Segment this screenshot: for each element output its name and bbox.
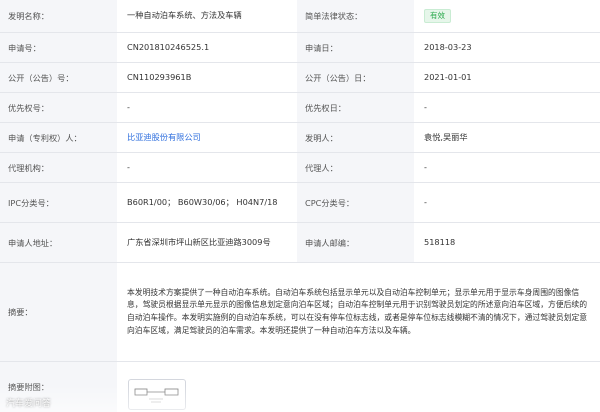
applicant-link[interactable]: 比亚迪股份有限公司	[127, 132, 201, 144]
watermark: 汽车爱问答	[6, 399, 52, 409]
application-date-value: 2018-03-23	[424, 41, 472, 52]
legal-status-cell: 有效	[414, 0, 600, 32]
application-no-value: CN201810246525.1	[127, 41, 210, 52]
inventor-label: 发明人：	[297, 123, 414, 152]
applicant-label: 申请（专利权）人：	[0, 123, 117, 152]
row-invention-name: 发明名称： 一种自动泊车系统、方法及车辆 简单法律状态： 有效	[0, 0, 600, 32]
agent-label: 代理人：	[297, 153, 414, 182]
row-ipc: IPC分类号： B60R1/00； B60W30/06； H04N7/18 CP…	[0, 183, 600, 222]
inventor-value: 袁悦,吴丽华	[424, 131, 468, 142]
priority-date-label: 优先权日：	[297, 93, 414, 122]
priority-no-value: -	[127, 101, 130, 112]
row-publication-no: 公开（公告）号： CN110293961B 公开（公告）日： 2021-01-0…	[0, 63, 600, 92]
legal-status-badge: 有效	[424, 8, 451, 24]
applicant-zip-label: 申请人邮编：	[297, 223, 414, 262]
abstract-label: 摘要：	[0, 263, 117, 361]
publication-date-label: 公开（公告）日：	[297, 63, 414, 92]
row-abstract: 摘要： 本发明技术方案提供了一种自动泊车系统。自动泊车系统包括显示单元以及自动泊…	[0, 263, 600, 361]
abstract-text: 本发明技术方案提供了一种自动泊车系统。自动泊车系统包括显示单元以及自动泊车控制单…	[127, 287, 588, 335]
row-applicant: 申请（专利权）人： 比亚迪股份有限公司 发明人： 袁悦,吴丽华	[0, 123, 600, 152]
row-agency: 代理机构： - 代理人： -	[0, 153, 600, 182]
patent-info-table: 发明名称： 一种自动泊车系统、方法及车辆 简单法律状态： 有效 申请号： CN2…	[0, 0, 600, 412]
publication-no-value: CN110293961B	[127, 71, 192, 82]
invention-name-value: 一种自动泊车系统、方法及车辆	[127, 10, 242, 21]
applicant-cell: 比亚迪股份有限公司	[117, 123, 297, 152]
agency-label: 代理机构：	[0, 153, 117, 182]
cpc-label: CPC分类号：	[297, 183, 414, 222]
applicant-address-value: 广东省深圳市坪山新区比亚迪路3009号	[127, 236, 271, 247]
row-address: 申请人地址： 广东省深圳市坪山新区比亚迪路3009号 申请人邮编： 518118	[0, 223, 600, 262]
diagram-icon	[134, 388, 179, 403]
row-application-no: 申请号： CN201810246525.1 申请日： 2018-03-23	[0, 33, 600, 62]
cpc-value: -	[424, 196, 427, 207]
publication-no-label: 公开（公告）号：	[0, 63, 117, 92]
ipc-label: IPC分类号：	[0, 183, 117, 222]
agent-value: -	[424, 161, 427, 172]
priority-date-value: -	[424, 101, 427, 112]
row-priority: 优先权号： - 优先权日： -	[0, 93, 600, 122]
application-no-label: 申请号：	[0, 33, 117, 62]
priority-no-label: 优先权号：	[0, 93, 117, 122]
application-date-label: 申请日：	[297, 33, 414, 62]
ipc-value: B60R1/00； B60W30/06； H04N7/18	[127, 196, 278, 207]
applicant-zip-value: 518118	[424, 236, 456, 247]
publication-date-value: 2021-01-01	[424, 71, 472, 82]
legal-status-label: 简单法律状态：	[297, 0, 414, 32]
applicant-address-label: 申请人地址：	[0, 223, 117, 262]
row-abstract-figure: 摘要附图：	[0, 362, 600, 412]
invention-name-label: 发明名称：	[0, 0, 117, 32]
agency-value: -	[127, 161, 130, 172]
abstract-figure-thumbnail[interactable]	[128, 379, 186, 410]
